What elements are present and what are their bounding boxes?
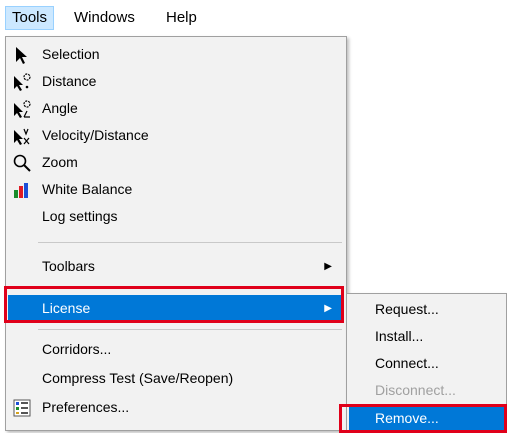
- menu-item-label: Velocity/Distance: [42, 127, 149, 143]
- angle-measure-icon: [12, 99, 32, 119]
- submenu-item-install[interactable]: Install...: [349, 323, 505, 350]
- menu-tools[interactable]: Tools: [5, 6, 55, 30]
- menu-item-label: Log settings: [42, 208, 118, 224]
- menu-item-distance[interactable]: Distance: [8, 68, 344, 95]
- menu-windows[interactable]: Windows: [68, 6, 141, 30]
- magnifier-icon: [12, 153, 32, 173]
- menu-item-log-settings[interactable]: Log settings: [8, 203, 344, 230]
- menu-item-label: Preferences...: [42, 399, 130, 415]
- menu-item-label: Selection: [42, 46, 100, 62]
- tools-menu: Selection Distance Angle Velocity/Distan…: [5, 36, 347, 431]
- submenu-item-label: Request...: [375, 301, 439, 317]
- menu-item-velocity-distance[interactable]: Velocity/Distance: [8, 122, 344, 149]
- menu-bar: Tools Windows Help: [0, 0, 507, 34]
- annotation-box-remove: [339, 404, 507, 433]
- menu-item-corridors[interactable]: Corridors...: [8, 336, 344, 363]
- menu-item-selection[interactable]: Selection: [8, 41, 344, 68]
- pointer-arrow-icon: [12, 45, 32, 65]
- menu-item-angle[interactable]: Angle: [8, 95, 344, 122]
- submenu-item-label: Disconnect...: [375, 382, 456, 398]
- menu-separator: [38, 242, 342, 243]
- menu-item-label: White Balance: [42, 181, 133, 197]
- menu-item-white-balance[interactable]: White Balance: [8, 176, 344, 203]
- menu-item-preferences[interactable]: Preferences...: [8, 394, 344, 421]
- distance-measure-icon: [12, 72, 32, 92]
- menu-separator: [38, 329, 342, 330]
- menu-item-label: Compress Test (Save/Reopen): [42, 370, 234, 386]
- submenu-item-label: Connect...: [375, 355, 439, 371]
- velocity-distance-icon: [12, 126, 32, 146]
- color-bars-icon: [12, 180, 32, 200]
- menu-item-zoom[interactable]: Zoom: [8, 149, 344, 176]
- submenu-item-request[interactable]: Request...: [349, 296, 505, 323]
- menu-item-label: Zoom: [42, 154, 78, 170]
- submenu-arrow-icon: ▶: [324, 261, 332, 272]
- submenu-item-disconnect: Disconnect...: [349, 377, 505, 404]
- preferences-icon: [12, 398, 32, 418]
- menu-item-label: Toolbars: [42, 258, 95, 274]
- menu-item-label: Distance: [42, 73, 97, 89]
- menu-item-compress-test[interactable]: Compress Test (Save/Reopen): [8, 365, 344, 392]
- menu-item-label: Corridors...: [42, 341, 112, 357]
- submenu-item-label: Install...: [375, 328, 424, 344]
- menu-item-label: Angle: [42, 100, 78, 116]
- annotation-box-license: [4, 286, 344, 323]
- menu-item-toolbars[interactable]: Toolbars ▶: [8, 253, 344, 280]
- submenu-item-connect[interactable]: Connect...: [349, 350, 505, 377]
- menu-help[interactable]: Help: [160, 6, 203, 30]
